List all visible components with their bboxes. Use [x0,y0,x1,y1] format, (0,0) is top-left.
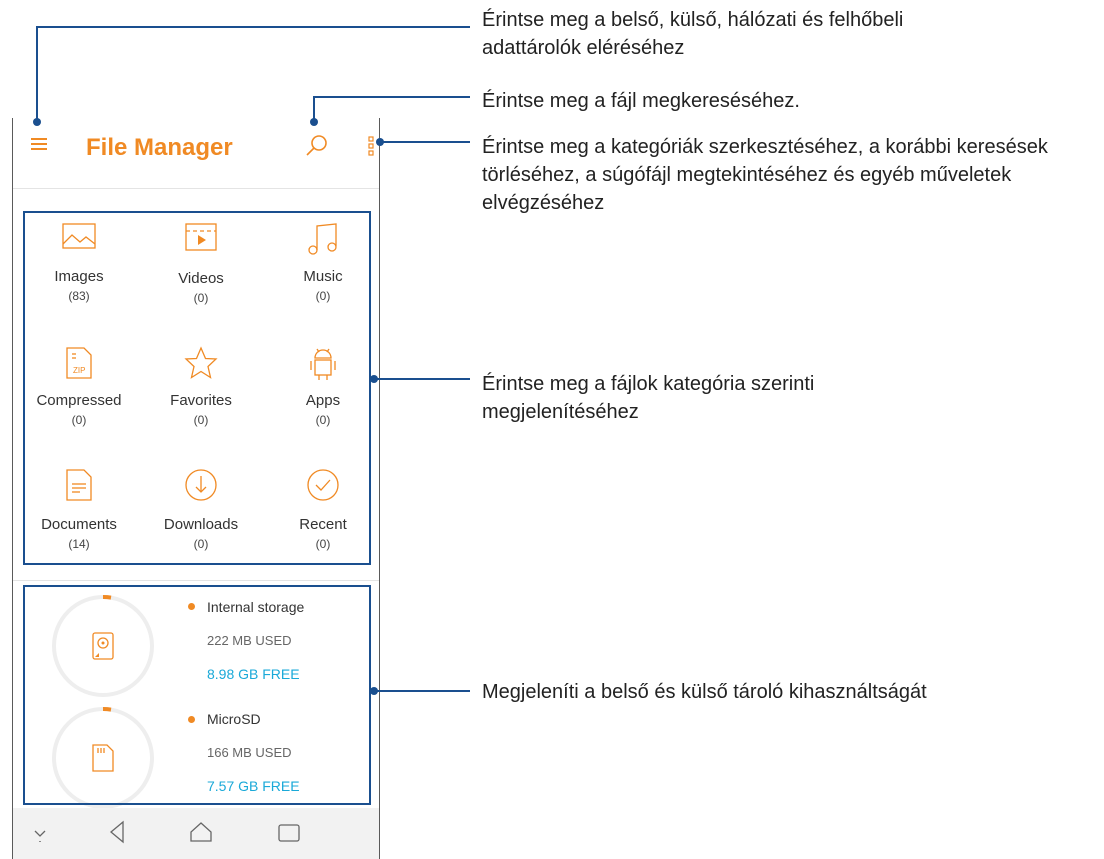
storage-leader-dot [370,687,378,695]
more-leader-dot [376,138,384,146]
system-nav-bar [13,808,379,859]
search-leader-dot [310,118,318,126]
app-title: File Manager [86,134,233,161]
header-divider [13,188,379,189]
chevron-down-icon[interactable] [33,825,47,845]
annotation-categories: Érintse meg a fájlok kategória szerinti … [482,373,815,423]
categories-leader-horizontal [375,378,470,380]
annotation-search: Érintse meg a fájl megkereséséhez. [482,90,800,112]
storage-highlight-box [23,585,371,805]
search-leader-horizontal [313,96,470,98]
annotation-storage: Megjeleníti a belső és külső tároló kiha… [482,681,927,703]
recent-apps-icon[interactable] [277,820,301,844]
menu-leader-horizontal [36,26,470,28]
menu-icon[interactable] [31,136,47,152]
categories-highlight-box [23,211,371,565]
menu-leader-vertical [36,27,38,124]
search-icon[interactable] [305,134,329,158]
home-icon[interactable] [189,820,213,844]
annotation-more: Érintse meg a kategóriák szerkesztéséhez… [482,136,1048,214]
annotation-menu: Érintse meg a belső, külső, hálózati és … [482,9,904,59]
more-leader-horizontal [380,141,470,143]
back-icon[interactable] [108,820,126,844]
section-divider [13,580,379,581]
categories-leader-dot [370,375,378,383]
storage-leader-horizontal [375,690,470,692]
menu-leader-dot [33,118,41,126]
app-header: File Manager [13,118,379,180]
more-options-icon[interactable] [368,136,376,156]
